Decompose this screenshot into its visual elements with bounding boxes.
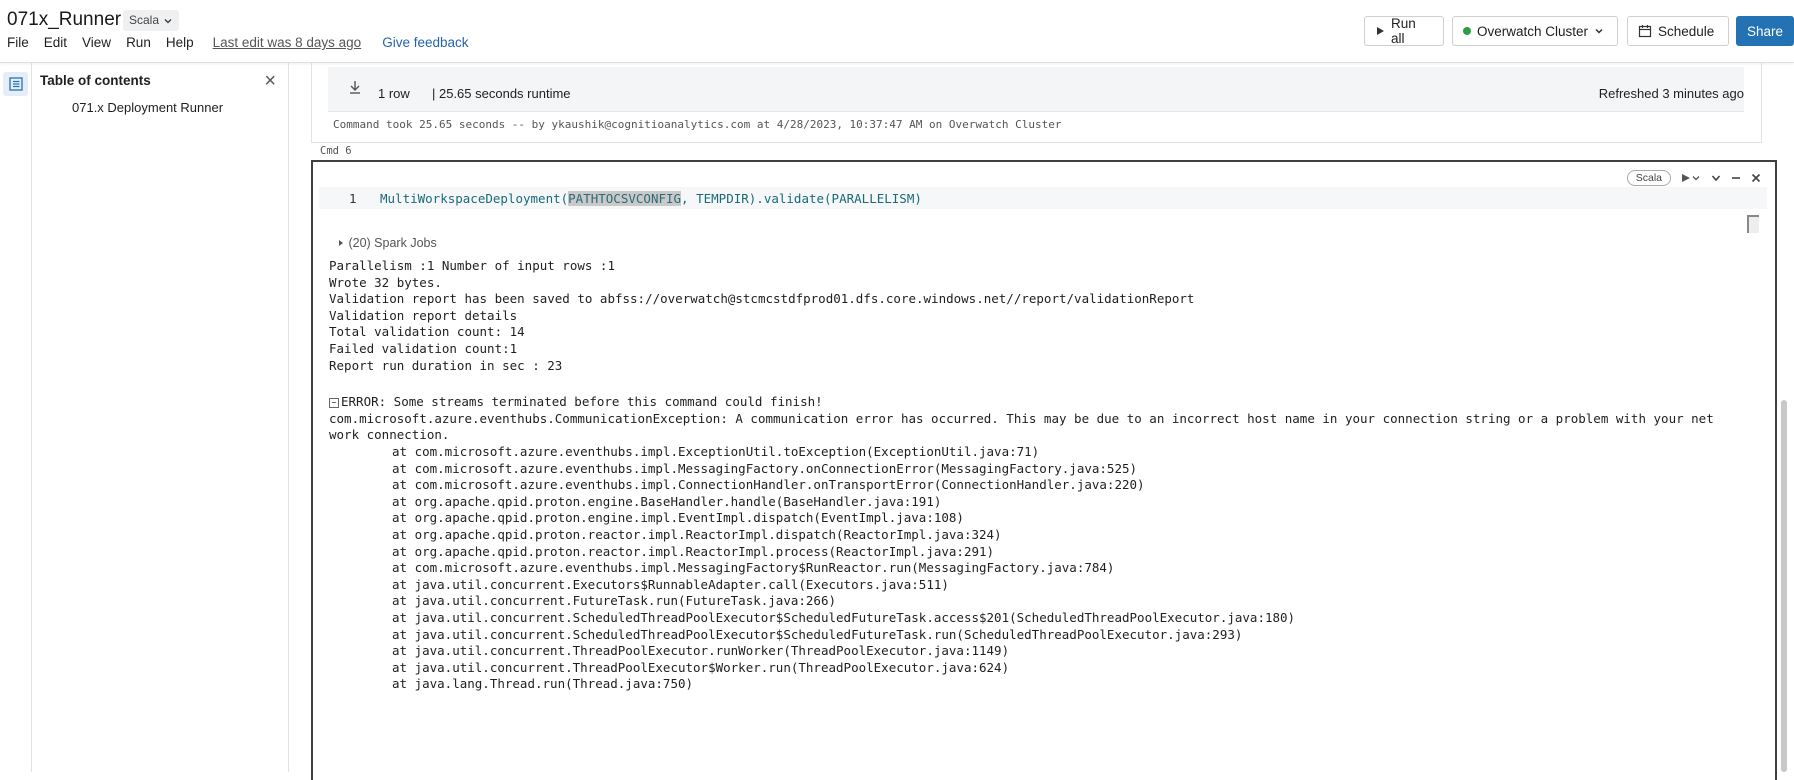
- cluster-name: Overwatch Cluster: [1477, 23, 1589, 39]
- notebook-header: 071x_Runner Scala File Edit View Run Hel…: [0, 0, 1794, 63]
- command-info: Command took 25.65 seconds -- by ykaushi…: [333, 118, 1062, 131]
- stack-line: at com.microsoft.azure.eventhubs.impl.Me…: [392, 460, 1138, 476]
- table-of-contents-icon: [8, 77, 23, 91]
- cell-output: Parallelism :1 Number of input rows :1 Wr…: [329, 258, 1194, 374]
- stack-line: at java.util.concurrent.ThreadPoolExecut…: [392, 643, 1010, 659]
- notebook-main: 1 row | 25.65 seconds runtime Refreshed …: [289, 63, 1794, 780]
- chevron-down-icon: [1595, 28, 1603, 34]
- stack-line: at org.apache.qpid.proton.reactor.impl.R…: [392, 543, 995, 559]
- stack-line: at java.util.concurrent.Executors$Runnab…: [392, 576, 949, 592]
- stack-line: at org.apache.qpid.proton.engine.impl.Ev…: [392, 510, 964, 526]
- output-line: Failed validation count:1: [329, 340, 518, 356]
- menu-file[interactable]: File: [7, 35, 29, 50]
- minimize-icon[interactable]: [1731, 173, 1741, 183]
- share-button[interactable]: Share: [1736, 16, 1794, 46]
- run-cell-icon[interactable]: [1681, 173, 1701, 183]
- code-cell[interactable]: Scala 1 MultiWorkspaceDeployment(PATHTOC…: [311, 160, 1777, 780]
- language-label: Scala: [129, 13, 160, 27]
- error-message: com.microsoft.azure.eventhubs.Communicat…: [329, 410, 1714, 426]
- cell-toolbar: Scala: [1626, 170, 1761, 186]
- code-function: MultiWorkspaceDeployment(: [380, 191, 569, 206]
- menu-help[interactable]: Help: [166, 35, 194, 50]
- refreshed-text: Refreshed 3 minutes ago: [1598, 86, 1744, 101]
- output-line: Validation report details: [329, 307, 518, 323]
- stack-line: at java.lang.Thread.run(Thread.java:750): [392, 676, 694, 692]
- result-toolbar: 1 row | 25.65 seconds runtime Refreshed …: [328, 67, 1744, 112]
- code-text: MultiWorkspaceDeployment(PATHTOCSVCONFIG…: [380, 191, 922, 206]
- schedule-button[interactable]: Schedule: [1627, 16, 1729, 46]
- code-highlight: PATHTOCSVCONFIG: [568, 191, 682, 206]
- cluster-status-icon: [1463, 27, 1471, 35]
- stack-trace: at com.microsoft.azure.eventhubs.impl.Ex…: [392, 444, 1295, 693]
- menu-view[interactable]: View: [82, 35, 111, 50]
- run-all-label: Run all: [1391, 16, 1416, 46]
- error-output: − ERROR: Some streams terminated before t…: [329, 394, 1714, 444]
- output-line: Report run duration in sec : 23: [329, 357, 563, 373]
- editor-scroll-indicator: [1747, 215, 1759, 233]
- output-line: Total validation count: 14: [329, 324, 525, 340]
- stack-line: at org.apache.qpid.proton.engine.BaseHan…: [392, 493, 942, 509]
- stack-line: at java.util.concurrent.ScheduledThreadP…: [392, 609, 1296, 625]
- code-editor-line[interactable]: 1 MultiWorkspaceDeployment(PATHTOCSVCONF…: [319, 187, 1767, 233]
- stack-line: at java.util.concurrent.FutureTask.run(F…: [392, 593, 837, 609]
- toc-panel: Table of contents × 071.x Deployment Run…: [32, 63, 289, 772]
- download-icon[interactable]: [348, 79, 362, 95]
- stack-line: at com.microsoft.azure.eventhubs.impl.Me…: [392, 560, 1115, 576]
- last-edit-link[interactable]: Last edit was 8 days ago: [213, 35, 362, 50]
- notebook-title[interactable]: 071x_Runner: [7, 9, 121, 31]
- toc-toggle-button[interactable]: [3, 72, 28, 96]
- play-icon: [1377, 27, 1384, 35]
- menu-run[interactable]: Run: [126, 35, 151, 50]
- calendar-icon: [1638, 25, 1652, 38]
- menu-bar: File Edit View Run Help Last edit was 8 …: [7, 35, 484, 50]
- code-args: , TEMPDIR).validate(PARALLELISM): [681, 191, 922, 206]
- share-label: Share: [1746, 23, 1784, 39]
- row-count: 1 row: [378, 86, 410, 101]
- collapse-icon[interactable]: −: [329, 398, 339, 408]
- stack-line: at com.microsoft.azure.eventhubs.impl.Co…: [392, 477, 1145, 493]
- toc-item[interactable]: 071.x Deployment Runner: [72, 100, 223, 115]
- error-message: work connection.: [329, 427, 450, 443]
- line-number: 1: [349, 191, 357, 206]
- spark-jobs-label: (20) Spark Jobs: [348, 236, 437, 250]
- stack-line: at com.microsoft.azure.eventhubs.impl.Ex…: [392, 444, 1040, 459]
- spark-jobs-toggle[interactable]: (20) Spark Jobs: [337, 236, 437, 250]
- cell-label: Cmd 6: [320, 145, 352, 157]
- error-title: ERROR: Some streams terminated before th…: [341, 394, 823, 409]
- close-icon[interactable]: [1751, 173, 1761, 183]
- stack-line: at java.util.concurrent.ThreadPoolExecut…: [392, 659, 1010, 675]
- output-line: Validation report has been saved to abfs…: [329, 291, 1195, 307]
- caret-right-icon: [339, 240, 343, 246]
- schedule-label: Schedule: [1658, 23, 1715, 39]
- toc-title: Table of contents: [40, 73, 151, 88]
- menu-edit[interactable]: Edit: [44, 35, 67, 50]
- previous-cell: 1 row | 25.65 seconds runtime Refreshed …: [311, 63, 1762, 143]
- cell-language-tag[interactable]: Scala: [1626, 170, 1671, 186]
- cluster-selector[interactable]: Overwatch Cluster: [1452, 16, 1618, 46]
- left-rail: [0, 63, 32, 772]
- language-selector[interactable]: Scala: [123, 10, 180, 31]
- stack-line: at java.util.concurrent.ScheduledThreadP…: [392, 626, 1243, 642]
- runtime-text: | 25.65 seconds runtime: [432, 86, 571, 101]
- error-title-row[interactable]: − ERROR: Some streams terminated before t…: [329, 394, 1714, 411]
- chevron-down-icon: [164, 18, 172, 24]
- run-all-button[interactable]: Run all: [1364, 16, 1444, 46]
- feedback-link[interactable]: Give feedback: [382, 35, 468, 50]
- stack-line: at org.apache.qpid.proton.reactor.impl.R…: [392, 526, 1002, 542]
- close-icon[interactable]: ×: [264, 71, 276, 91]
- page-scrollbar[interactable]: [1781, 400, 1787, 772]
- chevron-down-icon[interactable]: [1711, 173, 1721, 183]
- output-line: Wrote 32 bytes.: [329, 274, 442, 290]
- output-line: Parallelism :1 Number of input rows :1: [329, 258, 615, 273]
